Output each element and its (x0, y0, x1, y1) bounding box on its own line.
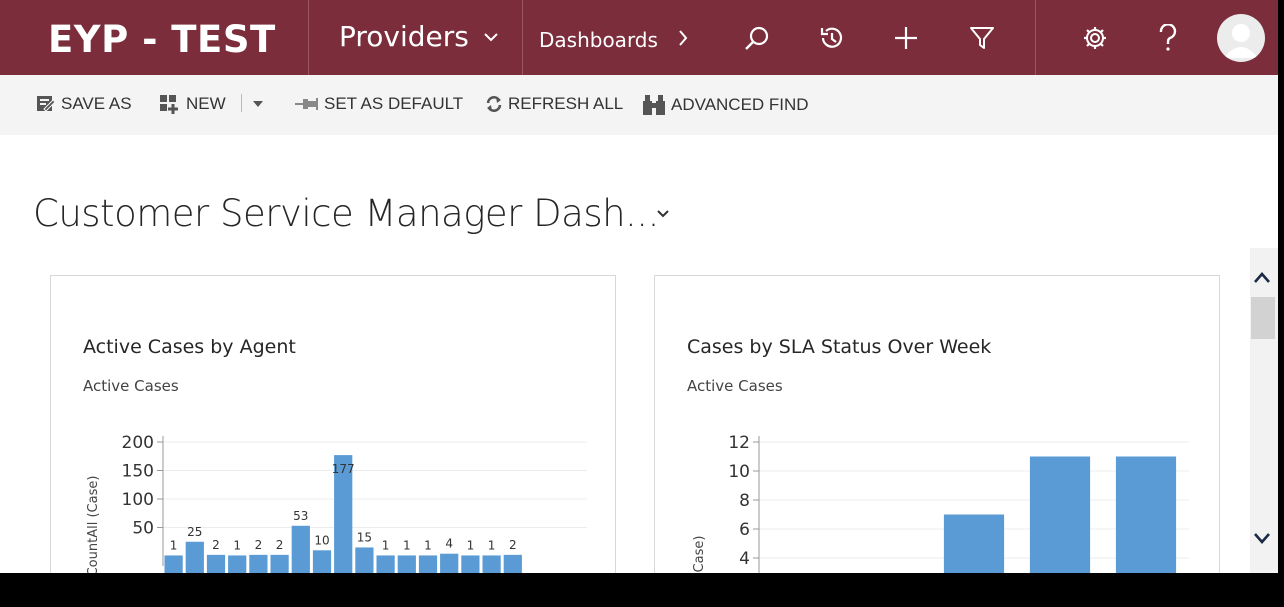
refresh-all-label: REFRESH ALL (508, 94, 624, 113)
data-label: 2 (255, 538, 263, 552)
y-tick-label: 8 (739, 491, 750, 511)
y-axis-label: CountAll (Case) (692, 536, 707, 573)
scroll-up-icon[interactable] (1252, 270, 1272, 291)
area-switcher[interactable]: Providers (339, 20, 499, 53)
gear-icon[interactable] (1081, 24, 1109, 52)
divider (1035, 0, 1036, 75)
y-tick-label: 10 (728, 462, 750, 482)
binoculars-icon (642, 94, 666, 116)
breadcrumb[interactable]: Dashboards (539, 28, 688, 52)
data-label: 1 (424, 538, 432, 552)
scrollbar-thumb[interactable] (1251, 297, 1275, 339)
search-icon[interactable] (743, 24, 771, 52)
bar (418, 555, 438, 573)
bar (312, 550, 332, 573)
chevron-down-icon (483, 31, 499, 43)
new-dropdown-button[interactable] (252, 100, 264, 108)
data-label: 1 (233, 538, 241, 552)
data-label: 25 (187, 525, 202, 539)
data-label: 1 (488, 538, 496, 552)
bar (943, 514, 1005, 573)
data-label: 10 (314, 533, 329, 547)
breadcrumb-dashboards[interactable]: Dashboards (539, 28, 658, 52)
chart-title: Cases by SLA Status Over Week (687, 336, 992, 358)
bar (249, 554, 268, 573)
bar (164, 555, 183, 573)
help-icon[interactable] (1154, 24, 1182, 52)
bar (206, 554, 226, 573)
chart-active-cases-by-agent[interactable]: 50100150200CountAll (Case) 1252 1 2 25310177… (51, 426, 617, 573)
divider (522, 0, 523, 75)
bar (503, 554, 522, 573)
bar (1115, 456, 1177, 573)
bar (397, 555, 416, 573)
pin-icon (295, 95, 319, 113)
y-tick-label: 50 (132, 519, 154, 539)
filter-icon[interactable] (968, 24, 996, 52)
set-as-default-button[interactable]: SET AS DEFAULT (295, 94, 463, 114)
dashboard-selector-chevron-icon[interactable] (655, 206, 671, 227)
chart-subtitle: Active Cases (687, 377, 783, 395)
y-tick-label: 200 (122, 433, 154, 453)
y-tick-label: 6 (739, 520, 750, 540)
dashboard-title: Customer Service Manager Dash... (33, 192, 659, 235)
area-label: Providers (339, 20, 469, 53)
command-bar: SAVE AS NEW SET AS DEFAULT REFRESH ALL A… (0, 75, 1278, 135)
bar (228, 555, 247, 573)
data-label: 1 (170, 538, 178, 552)
divider (308, 0, 309, 75)
data-label: 2 (212, 538, 220, 552)
bar (355, 547, 374, 573)
bar (461, 555, 480, 573)
data-label: 1 (403, 538, 411, 552)
advanced-find-label: ADVANCED FIND (671, 95, 809, 114)
save-as-label: SAVE AS (61, 94, 132, 113)
new-record-icon (159, 94, 181, 114)
chart-panel-active-cases-by-agent: Active Cases by Agent Active Cases 50 100… (50, 275, 616, 573)
chart-subtitle: Active Cases (83, 377, 179, 395)
chart-title: Active Cases by Agent (83, 336, 296, 358)
app-title: EYP - TEST (48, 18, 276, 61)
bar (1029, 456, 1091, 573)
new-button[interactable]: NEW (159, 94, 226, 114)
y-tick-label: 100 (122, 490, 154, 510)
history-icon[interactable] (817, 24, 845, 52)
new-label: NEW (186, 94, 226, 113)
data-label: 15 (357, 530, 372, 544)
data-label: 1 (382, 538, 390, 552)
y-tick-label: 12 (728, 433, 750, 453)
plus-icon[interactable] (892, 24, 920, 52)
data-label: 177 (332, 462, 355, 476)
chart-cases-by-sla-status[interactable]: 4 6 8 10 12 CountAll (Case) (655, 426, 1221, 573)
data-label: 2 (276, 538, 284, 552)
save-as-icon (36, 94, 56, 114)
refresh-all-button[interactable]: REFRESH ALL (485, 94, 623, 114)
data-label: 4 (445, 537, 453, 551)
bar (270, 554, 289, 573)
bar (376, 555, 395, 573)
avatar[interactable] (1217, 14, 1265, 62)
data-label: 53 (293, 509, 308, 523)
bar (482, 555, 501, 573)
bar (291, 525, 310, 573)
chart-panel-cases-by-sla-status: Cases by SLA Status Over Week Active Cas… (654, 275, 1220, 573)
bar (185, 541, 204, 573)
chevron-right-icon (678, 28, 688, 52)
app-window: EYP - TEST Providers Dashboards SAVE AS … (0, 0, 1278, 573)
save-as-button[interactable]: SAVE AS (36, 94, 132, 114)
y-tick-label: 4 (739, 549, 750, 569)
refresh-icon (485, 95, 503, 113)
caret-down-icon (252, 100, 264, 108)
y-axis-label: CountAll (Case) (86, 476, 101, 573)
y-tick-label: 150 (122, 462, 154, 482)
divider (241, 94, 242, 112)
data-label: 2 (509, 538, 517, 552)
scroll-down-icon[interactable] (1252, 530, 1272, 551)
advanced-find-button[interactable]: ADVANCED FIND (642, 94, 809, 116)
bar (440, 553, 459, 573)
set-as-default-label: SET AS DEFAULT (324, 94, 464, 113)
data-label: 1 (467, 538, 475, 552)
top-navigation-bar: EYP - TEST Providers Dashboards (0, 0, 1278, 75)
